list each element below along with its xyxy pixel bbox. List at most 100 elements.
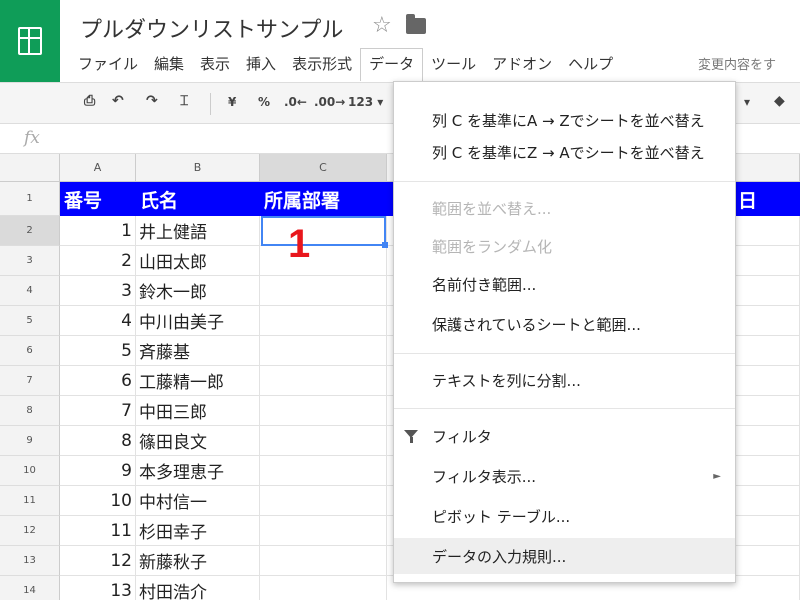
row-header[interactable]: 6 (0, 336, 60, 366)
row-header[interactable]: 10 (0, 456, 60, 486)
toolbar-divider (210, 93, 211, 115)
row-header[interactable]: 11 (0, 486, 60, 516)
cell-number[interactable]: 8 (60, 426, 136, 456)
cell-department[interactable] (260, 306, 387, 336)
header-cell-name[interactable]: 氏名 (136, 182, 260, 216)
cell-number[interactable]: 13 (60, 576, 136, 600)
menu-tools[interactable]: ツール (423, 49, 484, 78)
row-header[interactable]: 4 (0, 276, 60, 306)
cell-name[interactable]: 中川由美子 (136, 306, 260, 336)
cell-name[interactable]: 杉田幸子 (136, 516, 260, 546)
row-header[interactable]: 2 (0, 216, 60, 246)
menu-addons[interactable]: アドオン (484, 49, 560, 78)
document-title[interactable]: プルダウンリストサンプル (80, 12, 343, 44)
header-cell-number[interactable]: 番号 (60, 182, 136, 216)
menu-insert[interactable]: 挿入 (238, 49, 284, 78)
star-icon[interactable]: ☆ (372, 13, 392, 38)
undo-icon[interactable]: ↶ (112, 93, 124, 109)
row-header[interactable]: 7 (0, 366, 60, 396)
cell-department[interactable] (260, 546, 387, 576)
cell-department[interactable] (260, 456, 387, 486)
redo-icon[interactable]: ↷ (146, 93, 158, 109)
menu-format[interactable]: 表示形式 (284, 49, 360, 78)
menu-item-split-text[interactable]: テキストを列に分割... (394, 362, 735, 398)
menu-help[interactable]: ヘルプ (560, 49, 621, 78)
menu-item-sort-z-a[interactable]: 列 C を基準にZ → Aでシートを並べ替え (394, 134, 735, 170)
select-all-corner[interactable] (0, 154, 60, 182)
row-header[interactable]: 14 (0, 576, 60, 600)
row-header[interactable]: 13 (0, 546, 60, 576)
cell-name[interactable]: 篠田良文 (136, 426, 260, 456)
row-header[interactable]: 8 (0, 396, 60, 426)
cell-number[interactable]: 11 (60, 516, 136, 546)
cell-name[interactable]: 鈴木一郎 (136, 276, 260, 306)
cell-number[interactable]: 9 (60, 456, 136, 486)
save-status[interactable]: 変更内容をす (698, 54, 776, 73)
cell-number[interactable]: 4 (60, 306, 136, 336)
cell-department[interactable] (260, 246, 387, 276)
row-header[interactable]: 1 (0, 182, 60, 216)
menu-item-filter[interactable]: フィルタ (394, 418, 735, 454)
column-header-b[interactable]: B (136, 154, 260, 182)
percent-icon[interactable]: % (258, 95, 270, 109)
cell-number[interactable]: 12 (60, 546, 136, 576)
dropdown-arrow-icon[interactable]: ▾ (744, 95, 750, 109)
increase-decimal-icon[interactable]: .00→ (314, 95, 345, 109)
menu-item-pivot-table[interactable]: ピボット テーブル... (394, 498, 735, 534)
cell-number[interactable]: 2 (60, 246, 136, 276)
row-header[interactable]: 3 (0, 246, 60, 276)
cell-name[interactable]: 中田三郎 (136, 396, 260, 426)
cell-name[interactable]: 工藤精一郎 (136, 366, 260, 396)
cell-name[interactable]: 斉藤基 (136, 336, 260, 366)
menu-file[interactable]: ファイル (70, 49, 146, 78)
row-header[interactable]: 5 (0, 306, 60, 336)
cell-number[interactable]: 5 (60, 336, 136, 366)
header-cell-trailing[interactable]: 日 (734, 182, 794, 216)
menu-view[interactable]: 表示 (192, 49, 238, 78)
cell-department[interactable] (260, 516, 387, 546)
cell-number[interactable]: 10 (60, 486, 136, 516)
cell-name[interactable]: 村田浩介 (136, 576, 260, 600)
menu-data[interactable]: データ (360, 48, 424, 81)
cell-department[interactable] (260, 486, 387, 516)
column-header-c[interactable]: C (260, 154, 387, 182)
cell-name[interactable]: 山田太郎 (136, 246, 260, 276)
cell-name[interactable]: 井上健語 (136, 216, 260, 246)
currency-icon[interactable]: ¥ (228, 95, 236, 109)
filter-icon (404, 430, 418, 443)
menu-item-sort-range[interactable]: 範囲を並べ替え... (394, 190, 735, 226)
cell-department[interactable] (260, 426, 387, 456)
cell-number[interactable]: 6 (60, 366, 136, 396)
cell-number[interactable]: 3 (60, 276, 136, 306)
menu-item-data-validation[interactable]: データの入力規則... (394, 538, 735, 574)
cell-department[interactable] (260, 396, 387, 426)
cell-name[interactable]: 本多理恵子 (136, 456, 260, 486)
row-header[interactable]: 12 (0, 516, 60, 546)
print-icon[interactable]: ⎙ (84, 93, 95, 109)
menu-item-randomize-range[interactable]: 範囲をランダム化 (394, 228, 735, 264)
decrease-decimal-icon[interactable]: .0← (284, 95, 307, 109)
cell-department[interactable] (260, 276, 387, 306)
header-cell-department[interactable]: 所属部署 (260, 182, 387, 216)
cell-name[interactable]: 新藤秋子 (136, 546, 260, 576)
folder-icon[interactable] (406, 14, 426, 34)
submenu-arrow-icon: ► (713, 470, 721, 482)
cell-department[interactable] (260, 336, 387, 366)
cell-department[interactable] (260, 366, 387, 396)
active-cell-selection[interactable] (261, 216, 388, 248)
more-formats-icon[interactable]: 123 ▾ (348, 95, 383, 109)
cell-number[interactable]: 1 (60, 216, 136, 246)
cell-number[interactable]: 7 (60, 396, 136, 426)
column-header-a[interactable]: A (60, 154, 136, 182)
menu-item-protected-sheets[interactable]: 保護されているシートと範囲... (394, 306, 735, 342)
paint-format-icon[interactable]: ⌶ (180, 93, 188, 109)
menu-edit[interactable]: 編集 (146, 49, 192, 78)
fill-color-icon[interactable]: ◆ (774, 93, 785, 109)
row-header[interactable]: 9 (0, 426, 60, 456)
menu-item-named-ranges[interactable]: 名前付き範囲... (394, 266, 735, 302)
menu-item-filter-views[interactable]: フィルタ表示... ► (394, 458, 735, 494)
cell-name[interactable]: 中村信一 (136, 486, 260, 516)
menu-item-sort-a-z[interactable]: 列 C を基準にA → Zでシートを並べ替え (394, 102, 735, 138)
cell-department[interactable] (260, 576, 387, 600)
sheets-logo-icon[interactable] (0, 0, 60, 82)
